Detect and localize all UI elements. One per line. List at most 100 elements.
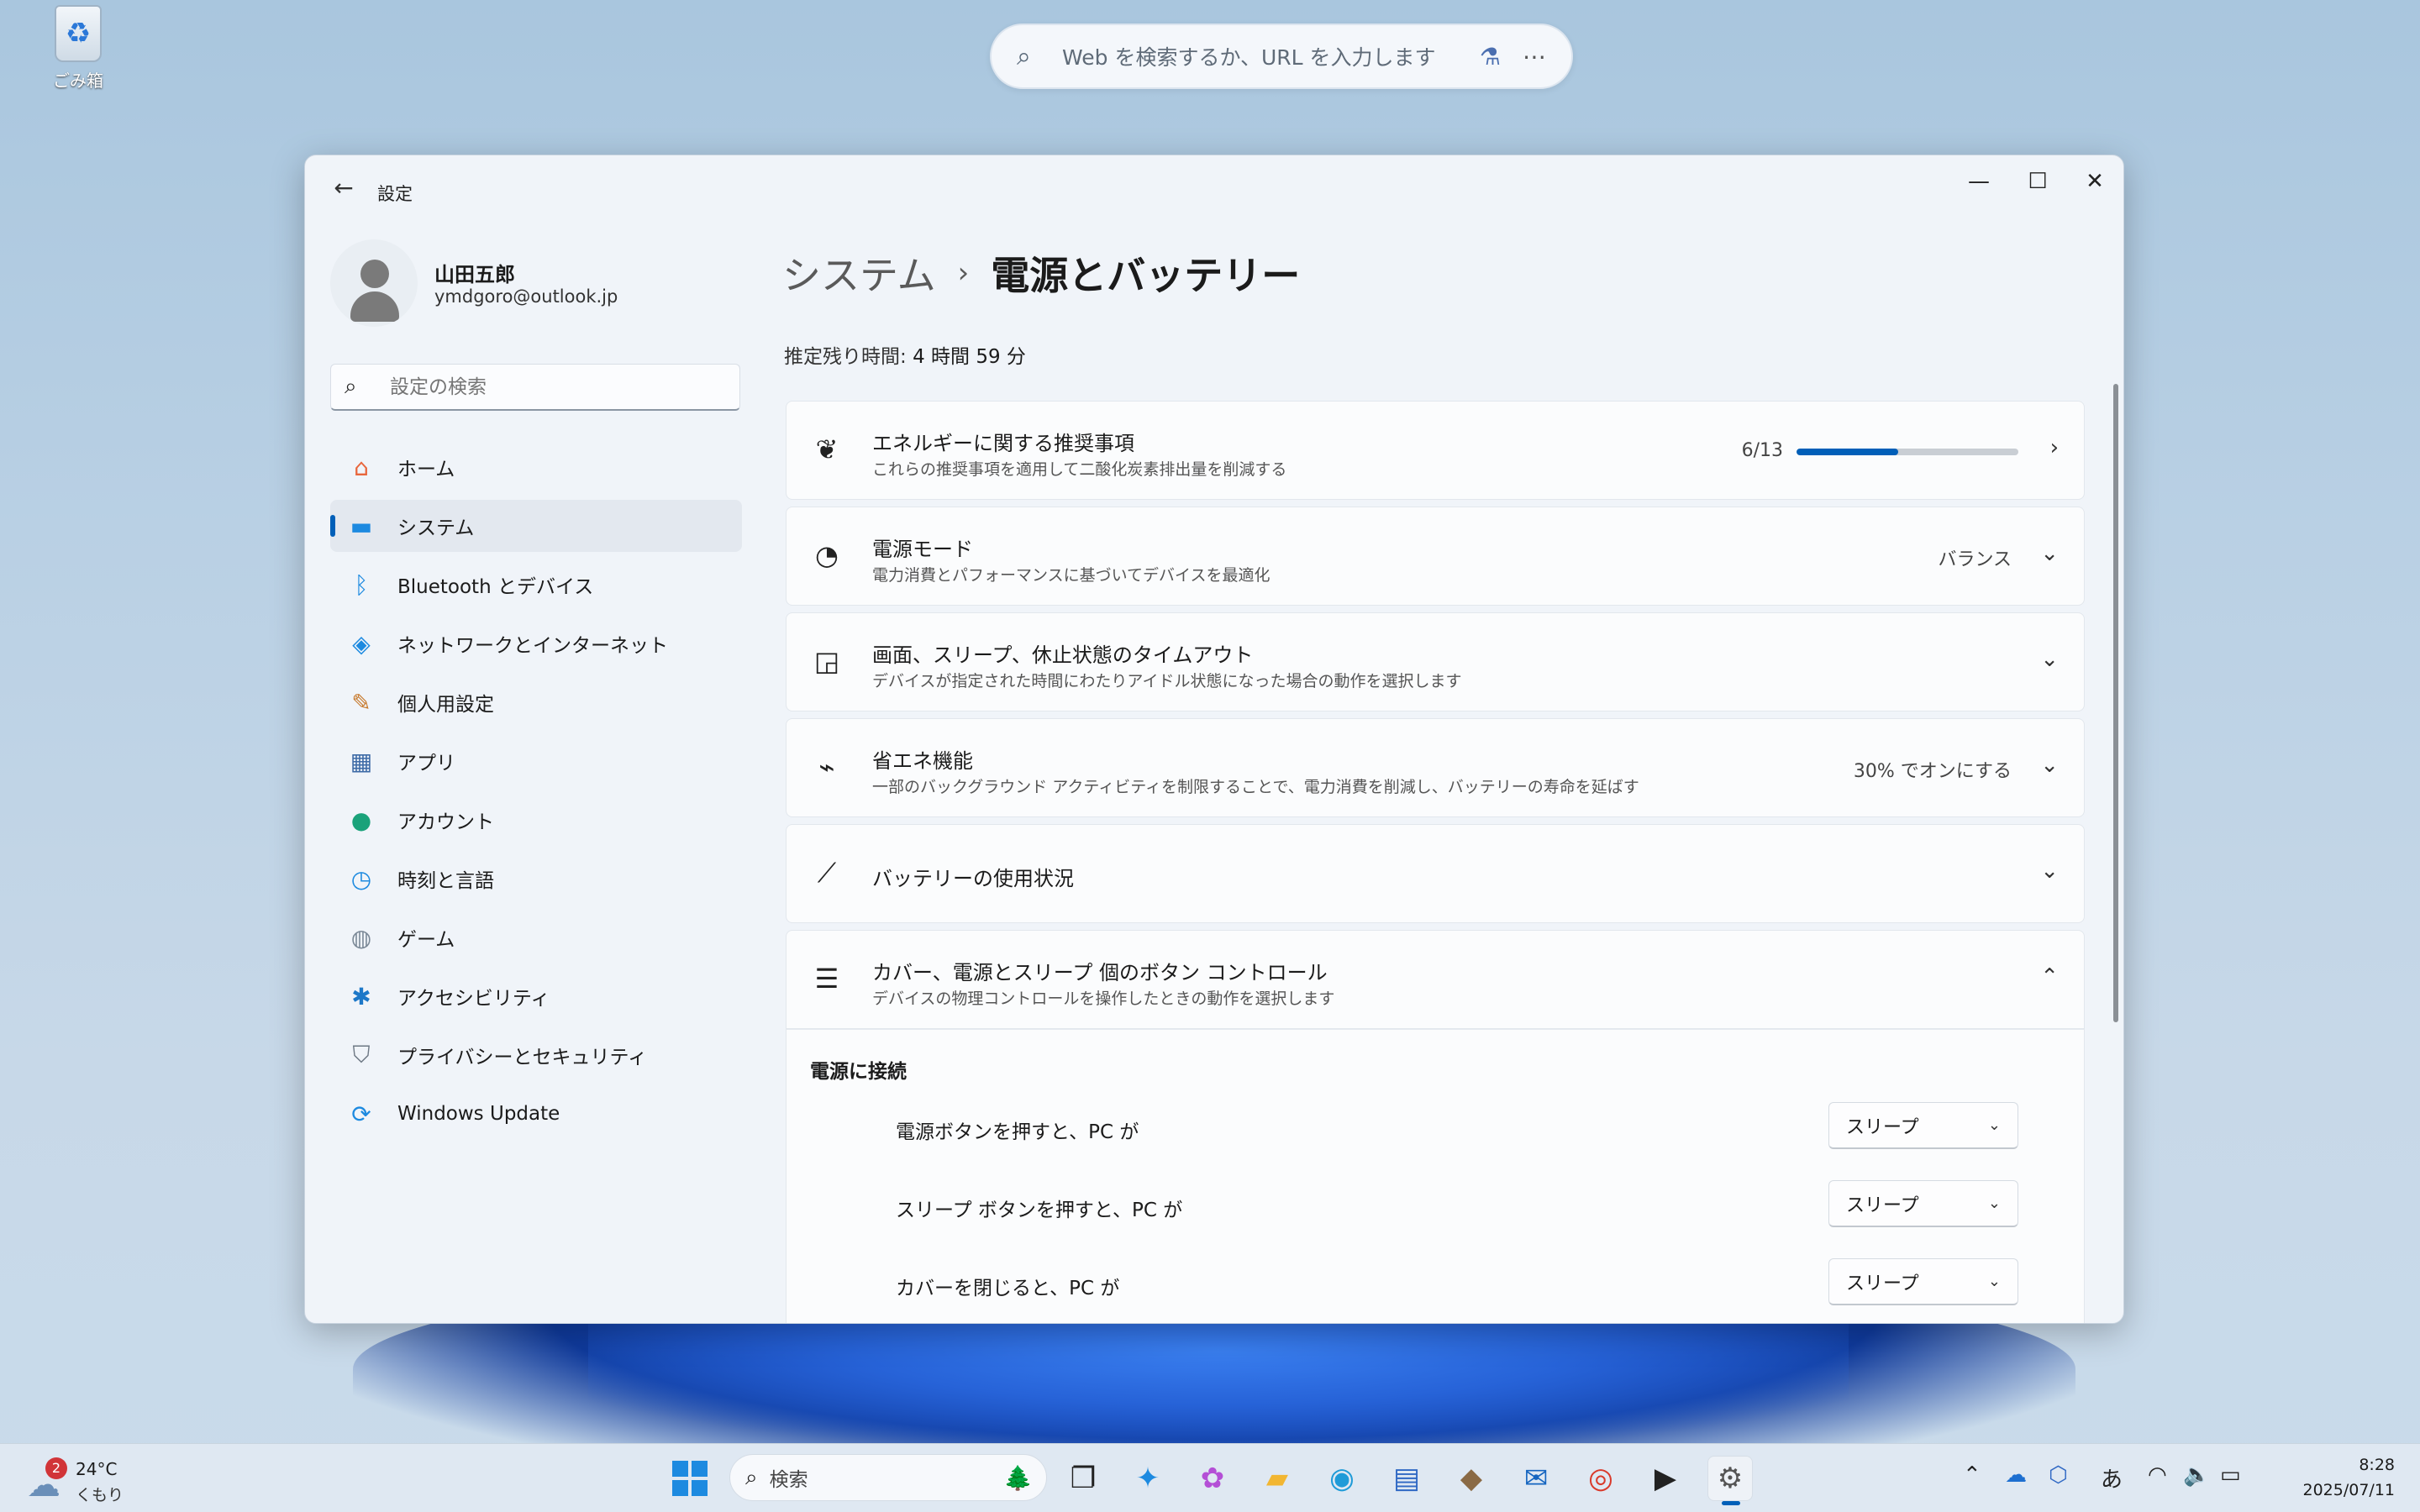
chevron-down-icon[interactable]: ⌄: [2040, 541, 2059, 566]
sidebar-item-label: ネットワークとインターネット: [397, 635, 668, 657]
sidebar-item-label: ゲーム: [397, 929, 455, 951]
taskbar-search[interactable]: ⌕ 検索 🌲: [729, 1454, 1047, 1501]
breadcrumb-parent[interactable]: システム: [782, 245, 936, 301]
sidebar-item-2[interactable]: ᛒ Bluetooth とデバイス: [330, 559, 742, 611]
button-controls-card[interactable]: ☰ カバー、電源とスリープ 個のボタン コントロール デバイスの物理コントロール…: [786, 930, 2085, 1029]
sidebar-item-1[interactable]: ▬ システム: [330, 500, 742, 552]
web-search-bar[interactable]: ⌕ Web を検索するか、URL を入力します ⚗ ⋯: [990, 24, 1573, 89]
button-action-row: カバーを閉じると、PC が スリープ ⌄: [786, 1258, 2084, 1309]
settings-icon[interactable]: ⚙: [1707, 1456, 1753, 1505]
power-mode-card[interactable]: ◔ 電源モード 電力消費とパフォーマンスに基づいてデバイスを最適化 バランス ⌄: [786, 507, 2085, 606]
web-search-placeholder[interactable]: Web を検索するか、URL を入力します: [1050, 41, 1458, 71]
button-action-row: スリープ ボタンを押すと、PC が スリープ ⌄: [786, 1180, 2084, 1231]
chevron-down-icon[interactable]: ⌄: [2040, 858, 2059, 884]
edge-icon[interactable]: ◉: [1319, 1456, 1365, 1501]
button-action-row: 電源ボタンを押すと、PC が スリープ ⌄: [786, 1102, 2084, 1152]
back-button[interactable]: ←: [327, 174, 360, 207]
sidebar-item-3[interactable]: ◈ ネットワークとインターネット: [330, 617, 742, 669]
clock[interactable]: 8:28 2025/07/11: [2302, 1452, 2395, 1503]
chevron-up-icon[interactable]: ⌃: [2040, 964, 2059, 990]
edge-pre-icon[interactable]: ✦: [1125, 1456, 1171, 1501]
task-view-icon[interactable]: ❐: [1060, 1456, 1106, 1501]
recycle-bin-desktop-icon[interactable]: ♻ ごみ箱: [40, 5, 116, 92]
window-title: 設定: [377, 184, 413, 204]
list-icon: ☰: [814, 963, 839, 995]
ime-indicator[interactable]: あ: [2101, 1462, 2123, 1494]
volume-icon[interactable]: 🔈: [2183, 1462, 2210, 1488]
chevron-up-icon[interactable]: ⌃: [1963, 1462, 1981, 1488]
energy-saver-card[interactable]: ⌁ 省エネ機能 一部のバックグラウンド アクティビティを制限することで、電力消費…: [786, 718, 2085, 817]
onedrive-icon[interactable]: ☁: [2005, 1462, 2027, 1488]
energy-progress-bar: [1797, 449, 2018, 455]
file-explorer-icon[interactable]: ▰: [1255, 1456, 1300, 1501]
remaining-time-label: 推定残り時間:: [784, 346, 913, 368]
recycle-bin-label: ごみ箱: [53, 71, 103, 91]
wallpaper-bloom-highlight: [588, 1310, 1849, 1445]
remaining-time-value: 4 時間 59 分: [913, 346, 1026, 368]
copilot-icon[interactable]: ✿: [1190, 1456, 1235, 1501]
recycle-bin-icon: ♻: [55, 5, 102, 62]
sidebar-item-label: アカウント: [397, 811, 494, 833]
chrome-icon[interactable]: ◎: [1578, 1456, 1623, 1501]
screen-sleep-icon: ◲: [813, 645, 840, 677]
battery-usage-card[interactable]: ⟋ バッテリーの使用状況 ⌄: [786, 824, 2085, 923]
timeouts-title: 画面、スリープ、休止状態のタイムアウト: [872, 643, 1254, 667]
sidebar-item-5[interactable]: ▦ アプリ: [330, 735, 742, 787]
power-mode-value: バランス: [1938, 549, 2012, 570]
weather-widget[interactable]: ☁ 2 24°C くもり: [24, 1451, 141, 1506]
sidebar-item-11[interactable]: ⟳ Windows Update: [330, 1088, 742, 1140]
sidebar-item-label: Bluetooth とデバイス: [397, 576, 594, 598]
button-action-dropdown[interactable]: スリープ ⌄: [1828, 1258, 2018, 1305]
weather-condition: くもり: [76, 1486, 124, 1504]
button-action-dropdown[interactable]: スリープ ⌄: [1828, 1102, 2018, 1149]
sidebar-item-7[interactable]: ◷ 時刻と言語: [330, 853, 742, 905]
sidebar-item-label: システム: [397, 517, 475, 539]
energy-saver-subtitle: 一部のバックグラウンド アクティビティを制限することで、電力消費を削減し、バッテ…: [872, 778, 1639, 796]
button-action-label: カバーを閉じると、PC が: [896, 1278, 1120, 1299]
energy-recommendations-card[interactable]: ❦ エネルギーに関する推奨事項 これらの推奨事項を適用して二酸化炭素排出量を削減…: [786, 401, 2085, 500]
extension-icon[interactable]: ⚗: [1480, 43, 1501, 71]
sidebar-item-0[interactable]: ⌂ ホーム: [330, 441, 742, 493]
wifi-icon[interactable]: ◠: [2148, 1462, 2167, 1488]
user-profile[interactable]: 山田五郎 ymdgoro@outlook.jp: [330, 239, 750, 332]
settings-search[interactable]: ⌕: [330, 364, 740, 411]
game-icon[interactable]: ◆: [1449, 1456, 1494, 1501]
sidebar-nav: ⌂ ホーム ▬ システム ᛒ Bluetooth とデバイス ◈ ネットワークとインターネット…: [330, 441, 742, 1147]
terminal-icon[interactable]: ▶: [1643, 1456, 1688, 1501]
more-icon[interactable]: ⋯: [1523, 43, 1546, 71]
shield-icon: ⛉: [352, 1041, 371, 1068]
chevron-down-icon[interactable]: ⌄: [2040, 647, 2059, 672]
settings-search-input[interactable]: [390, 375, 726, 398]
sidebar-item-6[interactable]: ● アカウント: [330, 794, 742, 846]
energy-saver-title: 省エネ機能: [872, 749, 973, 773]
scrollbar-thumb[interactable]: [2113, 384, 2118, 1022]
battery-icon[interactable]: ▭: [2220, 1462, 2241, 1488]
outlook-icon[interactable]: ✉: [1513, 1456, 1559, 1501]
wifi-icon: ◈: [352, 629, 371, 658]
battery-saver-icon: ⌁: [818, 751, 835, 783]
chevron-down-icon[interactable]: ⌄: [2040, 753, 2059, 778]
sidebar-item-8[interactable]: ◍ ゲーム: [330, 911, 742, 963]
profile-name: 山田五郎: [434, 263, 515, 286]
system-icon: ▬: [350, 512, 373, 540]
avatar[interactable]: [330, 239, 418, 327]
store-icon[interactable]: ▤: [1384, 1456, 1429, 1501]
sidebar-item-4[interactable]: ✎ 個人用設定: [330, 676, 742, 728]
page-title: 電源とバッテリー: [991, 253, 1301, 298]
account-icon: ●: [350, 806, 372, 834]
sidebar-item-9[interactable]: ✱ アクセシビリティ: [330, 970, 742, 1022]
button-controls-subtitle: デバイスの物理コントロールを操作したときの動作を選択します: [872, 990, 1335, 1008]
start-button[interactable]: [672, 1461, 708, 1496]
close-button[interactable]: ✕: [2070, 169, 2120, 194]
button-action-dropdown[interactable]: スリープ ⌄: [1828, 1180, 2018, 1227]
timeouts-card[interactable]: ◲ 画面、スリープ、休止状態のタイムアウト デバイスが指定された時間にわたりアイ…: [786, 612, 2085, 711]
active-indicator: [1722, 1501, 1740, 1505]
chevron-down-icon: ⌄: [1987, 1194, 2001, 1212]
defender-icon[interactable]: ⬡: [2049, 1462, 2068, 1488]
chevron-right-icon: ›: [2049, 435, 2059, 460]
minimize-button[interactable]: —: [1954, 169, 2004, 194]
sidebar-item-label: アプリ: [397, 753, 455, 774]
taskbar-search-label: 検索: [769, 1469, 808, 1491]
sidebar-item-10[interactable]: ⛉ プライバシーとセキュリティ: [330, 1029, 742, 1081]
maximize-button[interactable]: ☐: [2012, 169, 2063, 194]
